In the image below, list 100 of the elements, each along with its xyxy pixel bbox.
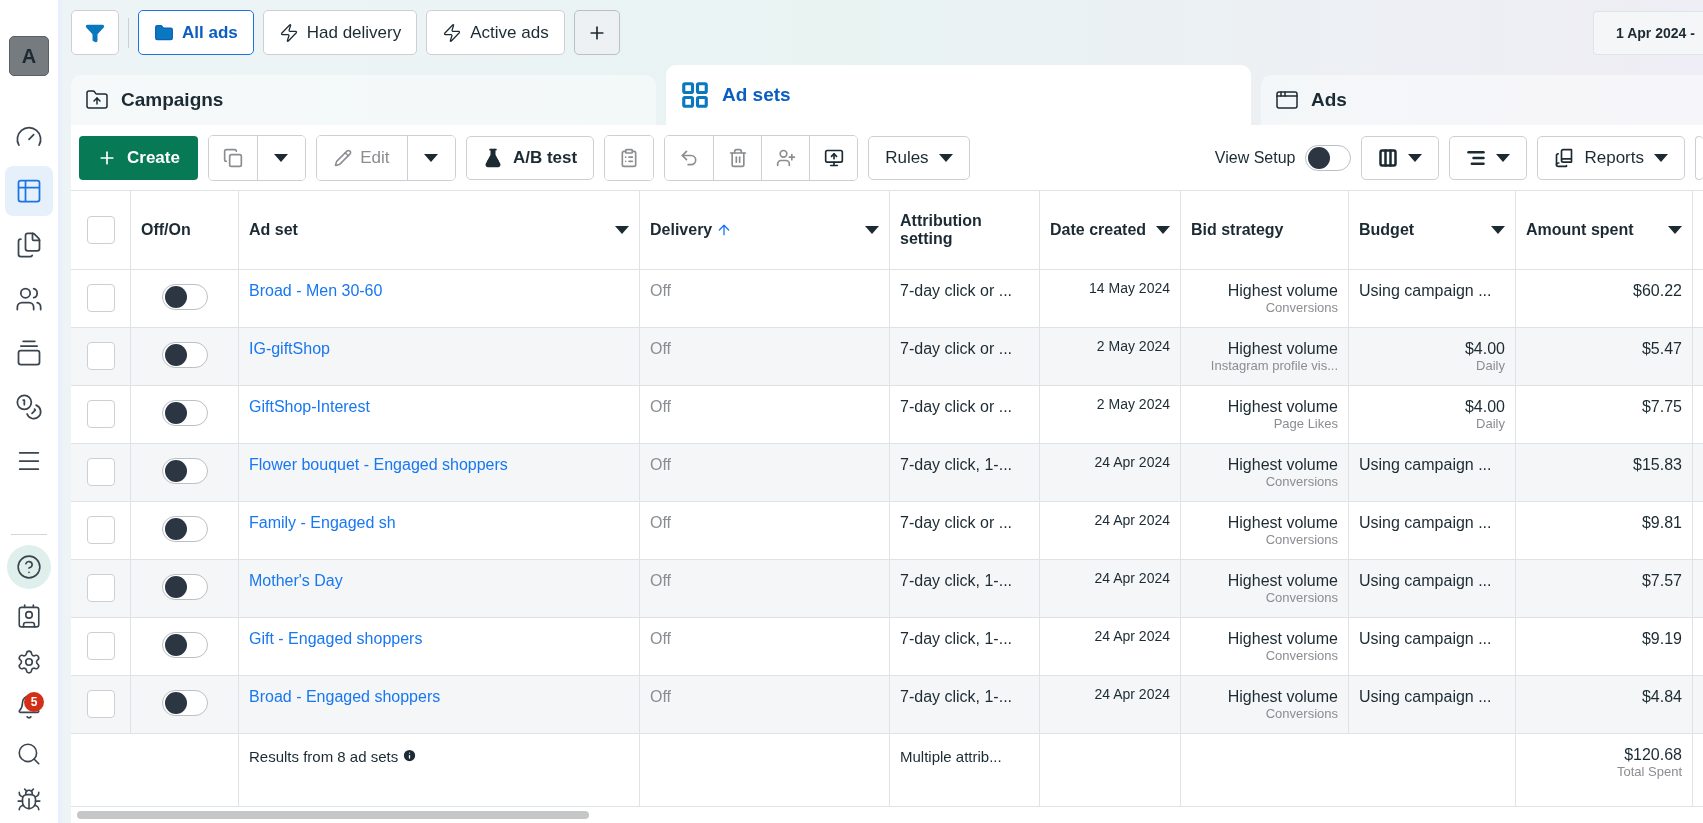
folder-icon (85, 88, 109, 112)
filter-icon (85, 22, 105, 43)
bid-strategy: Highest volume (1227, 340, 1338, 358)
row-checkbox[interactable] (86, 400, 115, 428)
ad-set-toggle[interactable] (161, 632, 208, 658)
view-button[interactable]: Active ads (426, 10, 565, 55)
view-button[interactable]: All ads (138, 10, 254, 55)
folder-icon (154, 22, 174, 43)
create-button[interactable]: Create (79, 135, 198, 180)
trash-icon (727, 147, 748, 168)
bid-strategy: Highest volume (1227, 282, 1338, 300)
select-all-checkbox[interactable] (86, 216, 115, 244)
ad-set-toggle[interactable] (161, 342, 208, 368)
results-summary: Results from 8 ad sets (249, 748, 399, 765)
ad-set-name[interactable]: GiftShop-Interest (249, 398, 370, 416)
clipboard-icon (619, 147, 640, 168)
filter-button[interactable] (71, 10, 119, 55)
column-header[interactable]: Ad set (249, 221, 298, 239)
breakdown-button[interactable] (1449, 135, 1528, 180)
ad-set-name[interactable]: Gift - Engaged shoppers (249, 630, 423, 648)
ab-test-button[interactable]: A/B test (465, 135, 595, 180)
caret-icon (1654, 153, 1668, 162)
date-created: 24 Apr 2024 (1094, 512, 1170, 528)
date-created: 24 Apr 2024 (1094, 686, 1170, 702)
caret-icon (1496, 153, 1511, 162)
optimization-goal: Conversions (1265, 706, 1338, 721)
reports-button[interactable]: Reports (1537, 135, 1685, 180)
export-button[interactable] (809, 135, 858, 180)
column-header[interactable]: Amount spent (1526, 221, 1634, 239)
total-spent-label: Total Spent (1616, 764, 1682, 779)
row-checkbox[interactable] (86, 516, 115, 544)
row-checkbox[interactable] (86, 690, 115, 718)
lightning-icon (442, 22, 463, 43)
sidebar-item[interactable]: 5 (5, 687, 53, 729)
bug-icon (16, 787, 42, 813)
column-header[interactable]: Bid strategy (1191, 221, 1284, 239)
ad-set-toggle[interactable] (161, 574, 208, 600)
bid-strategy: Highest volume (1227, 398, 1338, 416)
row-checkbox[interactable] (86, 342, 115, 370)
columns-button[interactable] (1361, 135, 1440, 180)
ad-set-toggle[interactable] (161, 690, 208, 716)
edit-menu-button[interactable] (406, 135, 455, 180)
optimization-goal: Page Likes (1273, 416, 1338, 431)
budget: Using campaign ... (1359, 688, 1492, 706)
table-icon (15, 177, 43, 205)
scrollbar[interactable] (77, 811, 589, 819)
caret-icon (274, 153, 289, 162)
gallery-icon (15, 339, 43, 367)
ad-set-name[interactable]: Mother's Day (249, 572, 343, 590)
delivery-status: Off (650, 572, 672, 590)
ad-set-name[interactable]: Broad - Men 30-60 (249, 282, 383, 300)
level-tab[interactable]: Campaigns (71, 75, 656, 125)
ad-set-toggle[interactable] (161, 516, 208, 542)
budget-period: Daily (1476, 416, 1505, 431)
delivery-status: Off (650, 340, 672, 358)
column-header[interactable]: Attribution setting (900, 212, 1029, 248)
ad-set-name[interactable]: Broad - Engaged shoppers (249, 688, 441, 706)
ad-set-name[interactable]: Family - Engaged sh (249, 514, 396, 532)
view-button[interactable]: Had delivery (262, 10, 418, 55)
optimization-goal: Conversions (1265, 532, 1338, 547)
attribution-setting: 7-day click or ... (900, 340, 1013, 358)
clipboard-button[interactable] (605, 135, 654, 180)
budget: Using campaign ... (1359, 572, 1492, 590)
sidebar-item[interactable] (5, 166, 53, 216)
budget: Using campaign ... (1359, 282, 1492, 300)
amount-spent: $4.84 (1641, 688, 1682, 706)
row-checkbox[interactable] (86, 632, 115, 660)
date-created: 14 May 2024 (1089, 280, 1170, 296)
coins-icon (15, 393, 43, 421)
reports-icon (1554, 147, 1575, 168)
view-setup-toggle[interactable] (1305, 144, 1352, 171)
pencil-icon (334, 148, 353, 167)
attribution-setting: 7-day click, 1-... (900, 572, 1013, 590)
budget: $4.00 (1464, 340, 1505, 358)
column-header[interactable]: Delivery (650, 221, 733, 239)
bid-strategy: Highest volume (1227, 572, 1338, 590)
copy-icon (222, 147, 243, 168)
column-header[interactable]: Date created (1050, 221, 1147, 239)
rules-button[interactable]: Rules (868, 135, 970, 180)
ad-set-toggle[interactable] (161, 284, 208, 310)
settings-icon (16, 649, 42, 675)
ad-set-name[interactable]: Flower bouquet - Engaged shoppers (249, 456, 508, 474)
duplicate-menu-button[interactable] (256, 135, 305, 180)
attribution-setting: 7-day click or ... (900, 282, 1013, 300)
date-range-button[interactable]: 1 Apr 2024 - (1593, 10, 1703, 55)
level-tab[interactable]: Ads (1261, 75, 1703, 125)
help-button[interactable] (7, 545, 51, 589)
budget: $4.00 (1464, 398, 1505, 416)
column-header[interactable]: Off/On (141, 221, 191, 239)
ad-set-name[interactable]: IG-giftShop (249, 340, 330, 358)
row-checkbox[interactable] (86, 458, 115, 486)
column-header[interactable]: Budget (1359, 221, 1415, 239)
level-tab[interactable]: Ad sets (666, 65, 1251, 125)
caret-icon (938, 153, 953, 162)
row-checkbox[interactable] (86, 284, 115, 312)
add-button[interactable] (573, 10, 620, 55)
attribution-summary: Multiple attrib... (900, 748, 1002, 765)
ad-set-toggle[interactable] (161, 458, 208, 484)
row-checkbox[interactable] (86, 574, 115, 602)
ad-set-toggle[interactable] (161, 400, 208, 426)
